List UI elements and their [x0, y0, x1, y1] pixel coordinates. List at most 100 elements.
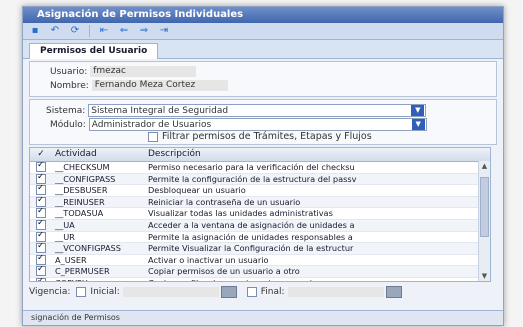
table-row[interactable]: C_PERMUSER Copiar permisos de un usuario …	[30, 266, 479, 278]
modulo-label: Módulo:	[50, 119, 86, 130]
permissions-window: Asignación de Permisos Individuales ▪ ↶ ⟳ ⇤…	[22, 6, 504, 326]
modulo-row: Módulo: Administrador de Usuarios ▼	[50, 118, 427, 131]
last-icon[interactable]: ⇥	[156, 25, 172, 37]
sistema-label: Sistema:	[46, 105, 86, 116]
grid-header: ✓ Actividad Descripción	[30, 148, 490, 162]
chevron-down-icon[interactable]: ▼	[411, 119, 425, 130]
table-row[interactable]: __CONFIGPASS Permite la configuración de …	[30, 173, 479, 186]
usuario-label: Usuario:	[50, 66, 88, 77]
row-checkbox[interactable]	[36, 185, 46, 196]
actividad-cell: __CHECKSUM	[55, 162, 110, 172]
header-descripcion[interactable]: Descripción	[145, 148, 490, 161]
chevron-down-icon[interactable]: ▼	[411, 105, 425, 116]
inicial-checkbox[interactable]	[76, 287, 87, 297]
table-row[interactable]: __UA Acceder a la ventana de asignación d…	[30, 219, 479, 232]
row-checkbox[interactable]	[36, 162, 46, 172]
actividad-cell: __UR	[55, 231, 75, 242]
descripcion-cell: Desbloquear un usuario	[148, 185, 246, 196]
nombre-field: Fernando Meza Cortez	[91, 80, 228, 91]
tab-strip: Permisos del Usuario	[23, 40, 503, 59]
row-checkbox[interactable]	[36, 196, 46, 207]
row-checkbox[interactable]	[36, 277, 46, 281]
calendar-icon[interactable]	[385, 286, 402, 298]
row-checkbox[interactable]	[36, 254, 46, 265]
inicial-date-field[interactable]	[122, 287, 219, 297]
descripcion-cell: Copiar perfiles de usuario a otros usuar…	[145, 278, 479, 281]
user-info-panel: Usuario: fmezac Nombre: Fernando Meza Co…	[29, 61, 497, 97]
grid-body: __CHECKSUM Permiso necesario para la veri…	[30, 162, 479, 281]
sistema-select[interactable]: Sistema Integral de Seguridad ▼	[88, 104, 427, 117]
row-checkbox[interactable]	[36, 173, 46, 184]
table-row[interactable]: __TODASUA Visualizar todas las unidades a…	[30, 208, 479, 220]
actividad-cell: __VCONFIGPASS	[55, 243, 121, 254]
descripcion-cell: Permite la asignación de unidades respon…	[148, 231, 353, 242]
header-actividad[interactable]: Actividad	[52, 148, 145, 161]
row-checkbox-cell	[30, 185, 52, 196]
actividad-cell: __REINUSER	[55, 196, 105, 207]
row-checkbox-cell	[30, 208, 52, 219]
table-row[interactable]: __CHECKSUM Permiso necesario para la veri…	[30, 162, 479, 174]
modulo-value: Administrador de Usuarios	[91, 119, 212, 130]
final-label: Final:	[260, 287, 285, 297]
descripcion-cell: Permite Visualizar la Configuración de l…	[148, 243, 354, 254]
final-date-field[interactable]	[287, 287, 384, 297]
row-checkbox-cell	[30, 162, 52, 173]
filtrar-row: Filtrar permisos de Trámites, Etapas y F…	[148, 131, 372, 142]
descripcion-cell: Visualizar todas las unidades administra…	[148, 208, 333, 219]
usuario-row: Usuario: fmezac	[50, 66, 197, 77]
modulo-select[interactable]: Administrador de Usuarios ▼	[88, 118, 427, 131]
nombre-label: Nombre:	[50, 80, 89, 91]
row-checkbox[interactable]	[36, 219, 46, 230]
filters-panel: Sistema: Sistema Integral de Seguridad ▼…	[29, 99, 497, 145]
sistema-value: Sistema Integral de Seguridad	[91, 105, 229, 116]
table-row[interactable]: A_USER Activar o inactivar un usuario	[30, 254, 479, 267]
row-checkbox-cell	[30, 231, 52, 243]
table-row[interactable]: __UR Permite la asignación de unidades re…	[30, 231, 479, 244]
undo-icon[interactable]: ↶	[47, 25, 63, 37]
sistema-row: Sistema: Sistema Integral de Seguridad ▼	[46, 104, 427, 117]
table-row[interactable]: __REINUSER Reiniciar la contraseña de un …	[30, 196, 479, 209]
row-checkbox-cell	[30, 254, 52, 266]
row-checkbox[interactable]	[36, 266, 46, 277]
refresh-icon[interactable]: ⟳	[67, 25, 83, 37]
next-icon[interactable]: ⇒	[136, 25, 152, 37]
actividad-cell: __TODASUA	[55, 208, 104, 219]
table-row[interactable]: __VCONFIGPASS Permite Visualizar la Confi…	[30, 243, 479, 255]
filtrar-checkbox[interactable]	[148, 131, 158, 142]
row-checkbox-cell	[30, 266, 52, 277]
inicial-label: Inicial:	[90, 287, 120, 297]
save-icon[interactable]: ▪	[27, 25, 43, 37]
toolbar: ▪ ↶ ⟳ ⇤ ⇐ ⇒ ⇥	[23, 23, 503, 40]
grid-scrollbar[interactable]: ▲ ▼	[478, 161, 490, 281]
descripcion-cell: Acceder a la ventana de asignación de un…	[148, 219, 355, 230]
final-checkbox[interactable]	[246, 287, 257, 297]
table-row[interactable]: COPYPUCopiar perfiles de usuario a otros…	[30, 277, 479, 281]
row-checkbox-cell	[30, 277, 52, 281]
scroll-thumb[interactable]	[480, 177, 489, 237]
row-checkbox[interactable]	[36, 243, 46, 254]
previous-icon[interactable]: ⇐	[116, 25, 132, 37]
permissions-grid: ✓ Actividad Descripción __CHECKSUM Permis…	[29, 147, 491, 282]
row-checkbox[interactable]	[36, 231, 46, 242]
row-checkbox-cell	[30, 173, 52, 185]
usuario-field: fmezac	[90, 66, 197, 77]
scroll-down-icon[interactable]: ▼	[479, 271, 490, 281]
row-checkbox[interactable]	[36, 208, 46, 219]
first-icon[interactable]: ⇤	[96, 25, 112, 37]
scroll-up-icon[interactable]: ▲	[479, 161, 490, 171]
status-bar: signación de Permisos	[23, 310, 503, 325]
calendar-icon[interactable]	[220, 286, 237, 298]
vigencia-label: Vigencia:	[29, 287, 71, 297]
table-row[interactable]: __DESBUSER Desbloquear un usuario	[30, 185, 479, 197]
descripcion-cell: Reiniciar la contraseña de un usuario	[148, 196, 301, 207]
row-checkbox-cell	[30, 219, 52, 231]
actividad-cell: C_PERMUSER	[55, 266, 110, 277]
descripcion-cell: Copiar permisos de un usuario a otro	[148, 266, 300, 277]
tab-permisos-usuario[interactable]: Permisos del Usuario	[29, 43, 159, 59]
row-checkbox-cell	[30, 243, 52, 254]
descripcion-cell: Permiso necesario para la verificación d…	[148, 162, 355, 172]
actividad-cell: __CONFIGPASS	[55, 173, 116, 184]
header-check[interactable]: ✓	[30, 148, 52, 161]
row-checkbox-cell	[30, 196, 52, 208]
nombre-row: Nombre: Fernando Meza Cortez	[50, 80, 228, 91]
